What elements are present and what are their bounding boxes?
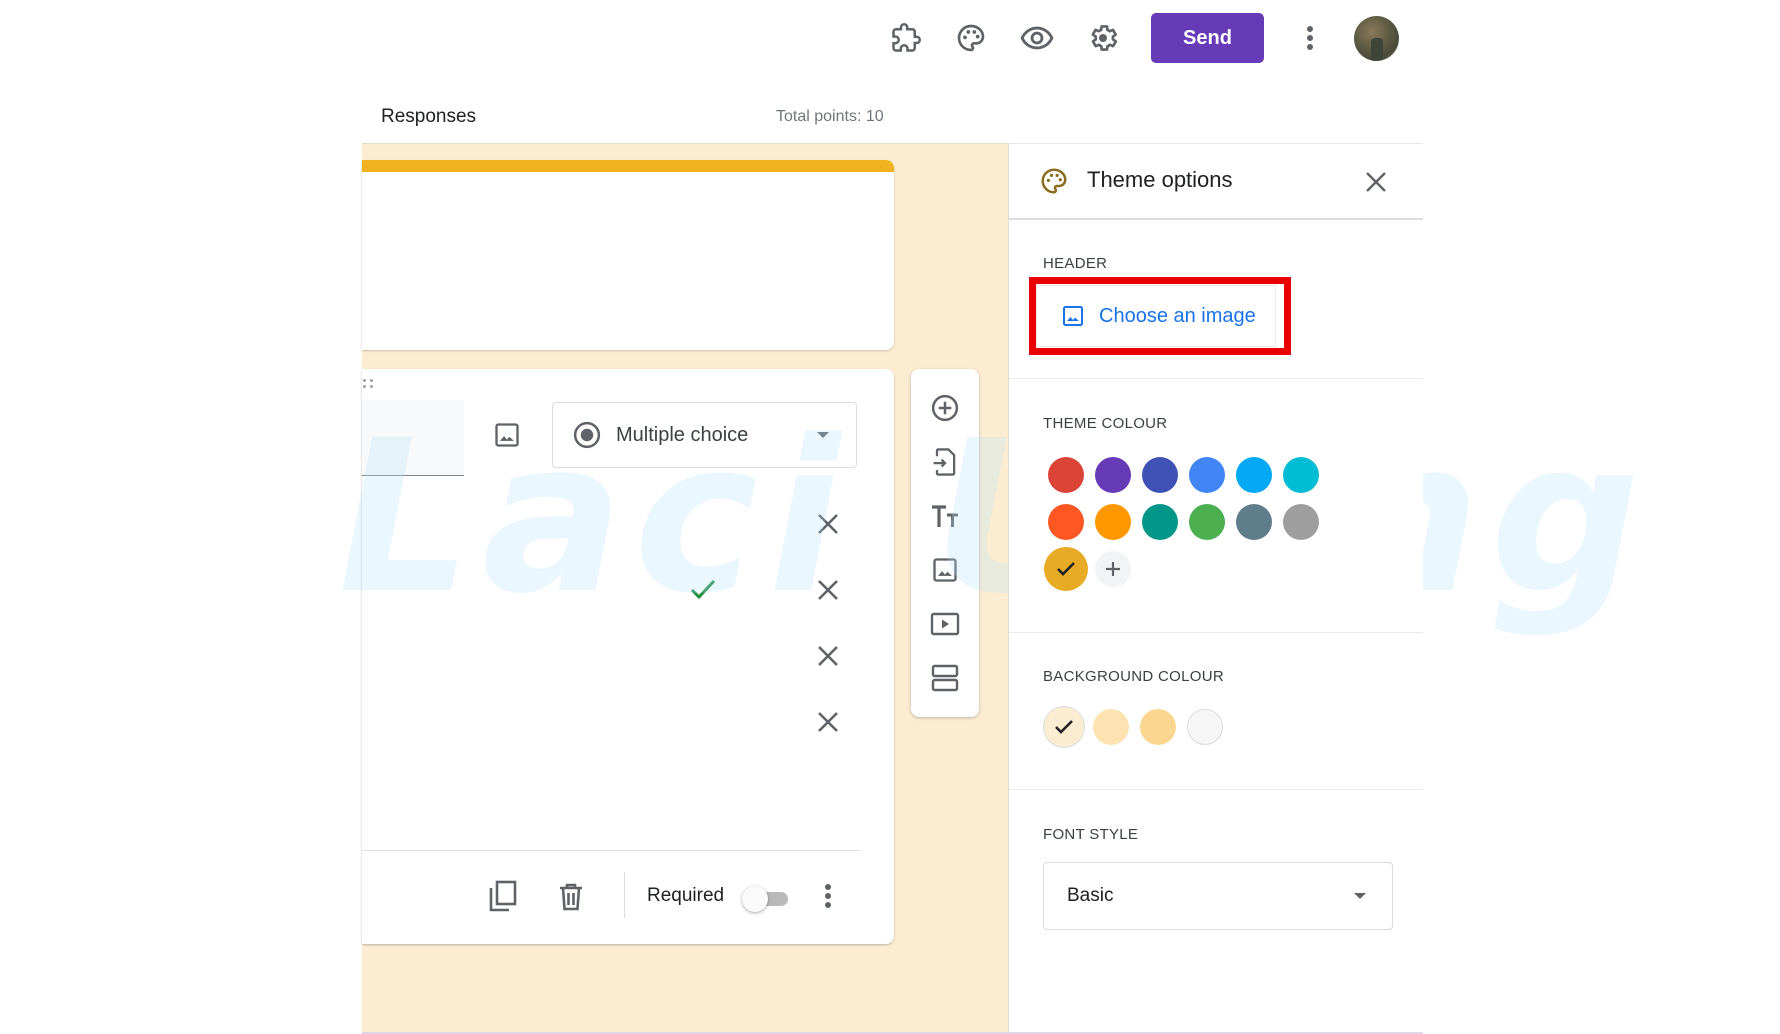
add-title-button[interactable]: [928, 499, 962, 533]
remove-option-button[interactable]: [813, 509, 843, 539]
close-icon: [818, 712, 838, 732]
remove-option-button[interactable]: [813, 641, 843, 671]
more-vert-icon: [825, 884, 831, 908]
header-section-label: HEADER: [1043, 255, 1108, 272]
theme-colour-swatch[interactable]: [1095, 457, 1131, 493]
theme-colour-swatch[interactable]: [1044, 547, 1088, 591]
theme-colour-swatch[interactable]: [1189, 504, 1225, 540]
question-type-label: Multiple choice: [616, 423, 749, 446]
theme-panel-title: Theme options: [1087, 167, 1233, 192]
theme-colour-swatch[interactable]: [1142, 504, 1178, 540]
more-options-button[interactable]: [1290, 18, 1330, 58]
theme-palette-icon: [1039, 166, 1069, 196]
add-image-icon: [933, 558, 957, 582]
remove-option-button[interactable]: [813, 707, 843, 737]
add-question-button[interactable]: [928, 391, 962, 425]
duplicate-question-button[interactable]: [488, 880, 518, 914]
import-questions-button[interactable]: [928, 445, 962, 479]
theme-colour-swatch[interactable]: [1283, 457, 1319, 493]
import-questions-icon: [933, 448, 956, 476]
form-header-card[interactable]: [362, 160, 894, 350]
close-icon: [818, 514, 838, 534]
add-custom-colour-button[interactable]: [1095, 551, 1131, 587]
add-section-icon: [931, 664, 959, 692]
add-title-icon: [932, 505, 958, 527]
question-type-dropdown[interactable]: Multiple choice: [552, 402, 857, 468]
add-question-icon: [931, 394, 959, 422]
customise-theme-button[interactable]: [951, 18, 991, 58]
section-divider: [1009, 789, 1423, 790]
more-vert-icon: [1307, 26, 1313, 50]
theme-colour-label: THEME COLOUR: [1043, 415, 1168, 432]
settings-gear-icon: [1091, 25, 1118, 51]
theme-colour-swatch[interactable]: [1142, 457, 1178, 493]
chevron-down-icon: [1354, 893, 1366, 899]
add-ons-icon: [892, 23, 921, 52]
settings-button[interactable]: [1083, 18, 1123, 58]
copy-icon: [489, 880, 517, 912]
check-icon: [1055, 720, 1073, 734]
correct-answer-check-icon: [690, 578, 716, 600]
check-icon: [1057, 562, 1075, 576]
theme-colour-swatch[interactable]: [1095, 504, 1131, 540]
background-colour-swatch[interactable]: [1187, 709, 1223, 745]
theme-colour-swatch[interactable]: [1048, 457, 1084, 493]
theme-colour-swatch[interactable]: [1283, 504, 1319, 540]
font-style-value: Basic: [1067, 885, 1114, 906]
add-question-image-button[interactable]: [493, 421, 521, 449]
font-style-dropdown[interactable]: Basic: [1043, 862, 1393, 930]
choose-image-label: Choose an image: [1099, 304, 1256, 327]
background-colour-swatch[interactable]: [1140, 709, 1176, 745]
section-divider: [1009, 378, 1423, 379]
background-colour-swatch[interactable]: [1093, 709, 1129, 745]
total-points: Total points: 10: [776, 108, 884, 125]
footer-separator: [624, 872, 625, 918]
close-icon: [818, 646, 838, 666]
add-section-button[interactable]: [928, 661, 962, 695]
floating-toolbar: [911, 369, 979, 717]
close-panel-button[interactable]: [1362, 168, 1390, 196]
choose-image-button[interactable]: Choose an image: [1036, 285, 1276, 347]
send-button-label: Send: [1183, 26, 1232, 49]
font-style-label: FONT STYLE: [1043, 826, 1139, 843]
preview-eye-icon: [1020, 26, 1054, 50]
chevron-down-icon: [817, 432, 829, 438]
add-video-button[interactable]: [928, 607, 962, 641]
add-ons-button[interactable]: [886, 18, 926, 58]
send-button[interactable]: Send: [1151, 13, 1264, 63]
drag-handle-icon[interactable]: [363, 379, 375, 389]
add-image-button[interactable]: [928, 553, 962, 587]
image-icon: [1063, 306, 1083, 326]
toggle-thumb: [742, 886, 768, 912]
user-avatar[interactable]: [1354, 16, 1399, 61]
image-icon: [495, 423, 519, 447]
radio-button-icon: [573, 421, 601, 449]
theme-colour-swatch[interactable]: [1189, 457, 1225, 493]
question-title-input[interactable]: [362, 400, 464, 476]
header-accent-bar: [362, 160, 894, 172]
required-toggle[interactable]: [742, 884, 794, 914]
plus-icon: [1106, 562, 1120, 576]
question-footer-divider: [362, 850, 860, 851]
theme-colour-swatch[interactable]: [1236, 457, 1272, 493]
required-label: Required: [647, 885, 725, 906]
tab-responses[interactable]: Responses: [381, 106, 476, 128]
close-icon: [818, 580, 838, 600]
remove-option-button[interactable]: [813, 575, 843, 605]
section-divider: [1009, 632, 1423, 633]
question-more-options-button[interactable]: [824, 883, 832, 909]
add-video-icon: [930, 612, 960, 636]
preview-button[interactable]: [1017, 18, 1057, 58]
close-icon: [1366, 172, 1386, 192]
delete-question-button[interactable]: [558, 882, 584, 912]
trash-icon: [560, 883, 582, 911]
palette-icon: [957, 24, 985, 52]
theme-colour-swatch[interactable]: [1236, 504, 1272, 540]
theme-colour-swatch[interactable]: [1048, 504, 1084, 540]
background-colour-swatch[interactable]: [1043, 706, 1085, 748]
background-colour-label: BACKGROUND COLOUR: [1043, 668, 1224, 685]
